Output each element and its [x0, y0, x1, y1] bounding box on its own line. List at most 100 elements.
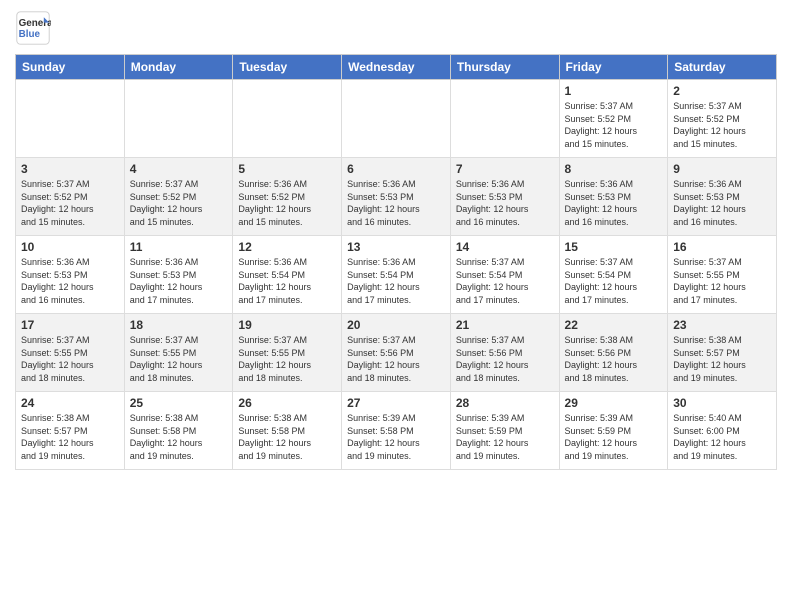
day-number: 9	[673, 162, 771, 176]
day-info: Sunrise: 5:37 AM Sunset: 5:52 PM Dayligh…	[130, 178, 228, 228]
calendar-cell: 24Sunrise: 5:38 AM Sunset: 5:57 PM Dayli…	[16, 392, 125, 470]
day-number: 12	[238, 240, 336, 254]
day-number: 19	[238, 318, 336, 332]
day-number: 16	[673, 240, 771, 254]
day-info: Sunrise: 5:38 AM Sunset: 5:58 PM Dayligh…	[238, 412, 336, 462]
calendar-header-thursday: Thursday	[450, 55, 559, 80]
day-info: Sunrise: 5:36 AM Sunset: 5:53 PM Dayligh…	[347, 178, 445, 228]
calendar-cell: 18 Sunrise: 5:37 AM Sunset: 5:55 PM Dayli…	[124, 314, 233, 392]
calendar-cell: 9 Sunrise: 5:36 AM Sunset: 5:53 PM Daylig…	[668, 158, 777, 236]
day-info: Sunrise: 5:37 AM Sunset: 5:55 PM Dayligh…	[21, 334, 119, 384]
day-info: Sunrise: 5:39 AM Sunset: 5:59 PM Dayligh…	[565, 412, 663, 462]
day-info: Sunrise: 5:37 AM Sunset: 5:55 PM Dayligh…	[130, 334, 228, 384]
calendar-cell	[233, 80, 342, 158]
calendar-cell	[16, 80, 125, 158]
day-info: Sunrise: 5:36 AM Sunset: 5:53 PM Dayligh…	[456, 178, 554, 228]
calendar-cell: 7 Sunrise: 5:36 AM Sunset: 5:53 PM Daylig…	[450, 158, 559, 236]
day-info: Sunrise: 5:37 AM Sunset: 5:52 PM Dayligh…	[673, 100, 771, 150]
calendar-cell: 20Sunrise: 5:37 AM Sunset: 5:56 PM Dayli…	[342, 314, 451, 392]
day-info: Sunrise: 5:38 AM Sunset: 5:57 PM Dayligh…	[21, 412, 119, 462]
day-info: Sunrise: 5:36 AM Sunset: 5:53 PM Dayligh…	[565, 178, 663, 228]
calendar-cell: 2 Sunrise: 5:37 AM Sunset: 5:52 PM Daylig…	[668, 80, 777, 158]
day-number: 2	[673, 84, 771, 98]
day-number: 13	[347, 240, 445, 254]
day-info: Sunrise: 5:40 AM Sunset: 6:00 PM Dayligh…	[673, 412, 771, 462]
calendar-cell: 21 Sunrise: 5:37 AM Sunset: 5:56 PM Dayli…	[450, 314, 559, 392]
day-number: 29	[565, 396, 663, 410]
calendar-cell: 26 Sunrise: 5:38 AM Sunset: 5:58 PM Dayli…	[233, 392, 342, 470]
day-number: 17	[21, 318, 119, 332]
day-number: 18	[130, 318, 228, 332]
calendar-cell: 17 Sunrise: 5:37 AM Sunset: 5:55 PM Dayli…	[16, 314, 125, 392]
day-info: Sunrise: 5:38 AM Sunset: 5:58 PM Dayligh…	[130, 412, 228, 462]
day-number: 22	[565, 318, 663, 332]
calendar-cell: 15 Sunrise: 5:37 AM Sunset: 5:54 PM Dayli…	[559, 236, 668, 314]
day-info: Sunrise: 5:37 AM Sunset: 5:56 PM Dayligh…	[456, 334, 554, 384]
calendar-header-friday: Friday	[559, 55, 668, 80]
calendar-week-1: 1 Sunrise: 5:37 AM Sunset: 5:52 PM Daylig…	[16, 80, 777, 158]
calendar-header-sunday: Sunday	[16, 55, 125, 80]
day-number: 1	[565, 84, 663, 98]
day-number: 8	[565, 162, 663, 176]
day-info: Sunrise: 5:38 AM Sunset: 5:57 PM Dayligh…	[673, 334, 771, 384]
day-info: Sunrise: 5:36 AM Sunset: 5:52 PM Dayligh…	[238, 178, 336, 228]
day-number: 21	[456, 318, 554, 332]
day-number: 27	[347, 396, 445, 410]
calendar: SundayMondayTuesdayWednesdayThursdayFrid…	[15, 54, 777, 470]
day-number: 4	[130, 162, 228, 176]
day-info: Sunrise: 5:36 AM Sunset: 5:53 PM Dayligh…	[21, 256, 119, 306]
header: General Blue	[15, 10, 777, 46]
day-info: Sunrise: 5:36 AM Sunset: 5:53 PM Dayligh…	[673, 178, 771, 228]
logo-icon: General Blue	[15, 10, 51, 46]
day-info: Sunrise: 5:37 AM Sunset: 5:54 PM Dayligh…	[565, 256, 663, 306]
day-info: Sunrise: 5:37 AM Sunset: 5:54 PM Dayligh…	[456, 256, 554, 306]
calendar-week-2: 3 Sunrise: 5:37 AM Sunset: 5:52 PM Daylig…	[16, 158, 777, 236]
day-number: 20	[347, 318, 445, 332]
day-info: Sunrise: 5:39 AM Sunset: 5:59 PM Dayligh…	[456, 412, 554, 462]
calendar-header-wednesday: Wednesday	[342, 55, 451, 80]
day-number: 25	[130, 396, 228, 410]
calendar-cell: 12 Sunrise: 5:36 AM Sunset: 5:54 PM Dayli…	[233, 236, 342, 314]
day-info: Sunrise: 5:38 AM Sunset: 5:56 PM Dayligh…	[565, 334, 663, 384]
day-number: 23	[673, 318, 771, 332]
calendar-cell: 30 Sunrise: 5:40 AM Sunset: 6:00 PM Dayli…	[668, 392, 777, 470]
day-number: 30	[673, 396, 771, 410]
day-number: 7	[456, 162, 554, 176]
day-number: 3	[21, 162, 119, 176]
day-number: 6	[347, 162, 445, 176]
day-number: 28	[456, 396, 554, 410]
calendar-cell: 22 Sunrise: 5:38 AM Sunset: 5:56 PM Dayli…	[559, 314, 668, 392]
calendar-cell: 23 Sunrise: 5:38 AM Sunset: 5:57 PM Dayli…	[668, 314, 777, 392]
calendar-cell: 29 Sunrise: 5:39 AM Sunset: 5:59 PM Dayli…	[559, 392, 668, 470]
day-number: 5	[238, 162, 336, 176]
day-info: Sunrise: 5:37 AM Sunset: 5:52 PM Dayligh…	[565, 100, 663, 150]
day-info: Sunrise: 5:37 AM Sunset: 5:55 PM Dayligh…	[673, 256, 771, 306]
calendar-cell: 25 Sunrise: 5:38 AM Sunset: 5:58 PM Dayli…	[124, 392, 233, 470]
calendar-cell: 19Sunrise: 5:37 AM Sunset: 5:55 PM Dayli…	[233, 314, 342, 392]
calendar-cell	[342, 80, 451, 158]
day-number: 10	[21, 240, 119, 254]
calendar-cell: 27Sunrise: 5:39 AM Sunset: 5:58 PM Dayli…	[342, 392, 451, 470]
svg-text:Blue: Blue	[19, 29, 41, 40]
calendar-header-monday: Monday	[124, 55, 233, 80]
calendar-cell	[450, 80, 559, 158]
calendar-cell: 1 Sunrise: 5:37 AM Sunset: 5:52 PM Daylig…	[559, 80, 668, 158]
calendar-cell: 4 Sunrise: 5:37 AM Sunset: 5:52 PM Daylig…	[124, 158, 233, 236]
calendar-header-tuesday: Tuesday	[233, 55, 342, 80]
day-number: 15	[565, 240, 663, 254]
calendar-cell: 16 Sunrise: 5:37 AM Sunset: 5:55 PM Dayli…	[668, 236, 777, 314]
day-info: Sunrise: 5:37 AM Sunset: 5:52 PM Dayligh…	[21, 178, 119, 228]
calendar-header-saturday: Saturday	[668, 55, 777, 80]
calendar-cell: 8 Sunrise: 5:36 AM Sunset: 5:53 PM Daylig…	[559, 158, 668, 236]
day-number: 14	[456, 240, 554, 254]
day-info: Sunrise: 5:36 AM Sunset: 5:53 PM Dayligh…	[130, 256, 228, 306]
calendar-cell: 3 Sunrise: 5:37 AM Sunset: 5:52 PM Daylig…	[16, 158, 125, 236]
day-number: 26	[238, 396, 336, 410]
page-container: General Blue SundayMondayTuesdayWednesda…	[0, 0, 792, 475]
calendar-cell: 13Sunrise: 5:36 AM Sunset: 5:54 PM Dayli…	[342, 236, 451, 314]
calendar-cell: 11 Sunrise: 5:36 AM Sunset: 5:53 PM Dayli…	[124, 236, 233, 314]
logo: General Blue	[15, 10, 55, 46]
calendar-week-3: 10 Sunrise: 5:36 AM Sunset: 5:53 PM Dayli…	[16, 236, 777, 314]
day-number: 11	[130, 240, 228, 254]
day-info: Sunrise: 5:36 AM Sunset: 5:54 PM Dayligh…	[238, 256, 336, 306]
